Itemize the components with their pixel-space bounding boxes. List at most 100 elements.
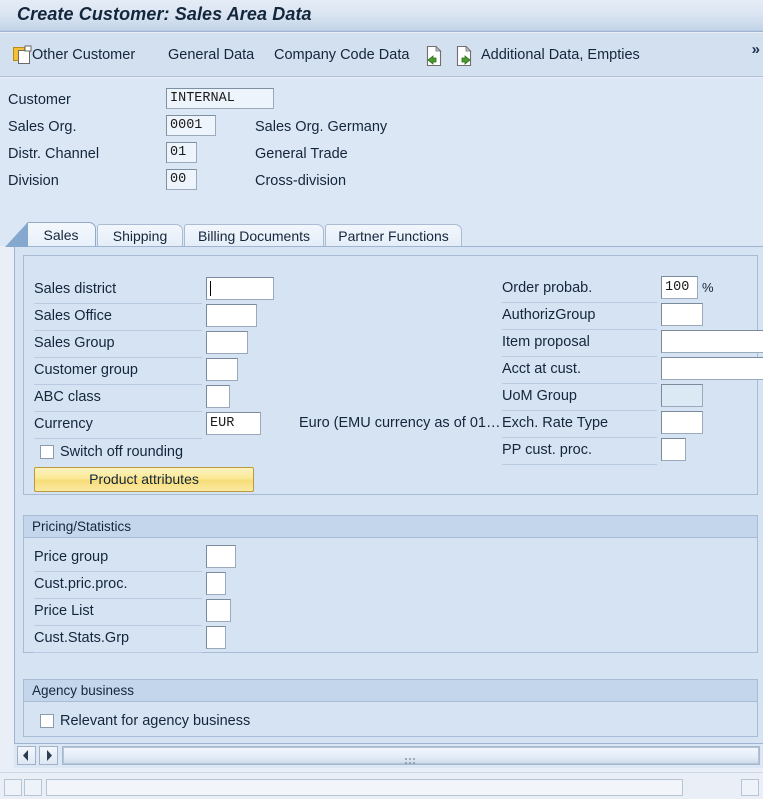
switch-off-rounding-label: Switch off rounding [60, 444, 184, 460]
customer-group-input[interactable] [206, 358, 238, 381]
abc-class-label: ABC class [34, 385, 202, 412]
pricing-statistics-group: Pricing/Statistics Price group Cust.pric… [23, 515, 758, 653]
outer-horizontal-scrollbar [0, 772, 763, 799]
tab-partner-functions[interactable]: Partner Functions [325, 224, 462, 246]
outer-scrollbar-track[interactable] [46, 779, 683, 796]
currency-label: Currency [34, 412, 202, 439]
field-row-cust-pric-proc: Cust.pric.proc. [34, 572, 294, 599]
field-row-currency: Currency EUR Euro (EMU currency as of 01… [34, 412, 514, 439]
cust-stats-grp-input[interactable] [206, 626, 226, 649]
cust-pric-proc-label: Cust.pric.proc. [34, 572, 202, 599]
authoriz-group-input[interactable] [661, 303, 703, 326]
outer-scroll-end-icon[interactable] [741, 779, 759, 796]
sales-org-input[interactable]: 0001 [166, 115, 216, 136]
sales-main-group: Sales district Sales Office Sales Group … [23, 255, 763, 495]
customer-group-label: Customer group [34, 358, 202, 385]
sales-group-label: Sales Group [34, 331, 202, 358]
division-input[interactable]: 00 [166, 169, 197, 190]
abc-class-input[interactable] [206, 385, 230, 408]
sap-application-window: Create Customer: Sales Area Data Other C… [0, 0, 763, 799]
item-proposal-label: Item proposal [502, 330, 657, 357]
price-list-input[interactable] [206, 599, 231, 622]
toolbar-button-general-data[interactable]: General Data [168, 44, 254, 66]
field-row-pp-cust-proc: PP cust. proc. [502, 438, 762, 465]
price-group-input[interactable] [206, 545, 236, 568]
scroll-grip-icon [405, 752, 417, 764]
distr-channel-input[interactable]: 01 [166, 142, 197, 163]
copy-customer-icon [12, 44, 34, 66]
acct-at-cust-input[interactable] [661, 357, 763, 380]
outer-scroll-right-icon[interactable] [24, 779, 42, 796]
authoriz-group-label: AuthorizGroup [502, 303, 657, 330]
field-row-price-list: Price List [34, 599, 294, 626]
pp-cust-proc-input[interactable] [661, 438, 686, 461]
field-row-order-probab: Order probab. 100 % [502, 276, 762, 303]
price-group-label: Price group [34, 545, 202, 572]
toolbar-button-company-code-data[interactable]: Company Code Data [274, 44, 409, 66]
relevant-for-agency-business-row: Relevant for agency business [40, 711, 320, 733]
cust-pric-proc-input[interactable] [206, 572, 226, 595]
field-row-abc-class: ABC class [34, 385, 294, 412]
scrollbar-thumb[interactable] [63, 747, 759, 764]
page-title: Create Customer: Sales Area Data [17, 4, 312, 24]
relevant-for-agency-business-checkbox[interactable] [40, 714, 54, 728]
scroll-right-icon[interactable] [39, 746, 58, 765]
tab-billing-documents[interactable]: Billing Documents [184, 224, 324, 246]
switch-off-rounding-checkbox[interactable] [40, 445, 54, 459]
sales-district-input[interactable] [206, 277, 274, 300]
acct-at-cust-label: Acct at cust. [502, 357, 657, 384]
customer-label: Customer [8, 92, 71, 108]
division-description: Cross-division [255, 173, 347, 189]
exch-rate-type-label: Exch. Rate Type [502, 411, 657, 438]
price-list-label: Price List [34, 599, 202, 626]
cust-stats-grp-label: Cust.Stats.Grp [34, 626, 202, 653]
exch-rate-type-input[interactable] [661, 411, 703, 434]
field-row-uom-group: UoM Group [502, 384, 762, 411]
agency-business-group: Agency business Relevant for agency busi… [23, 679, 758, 737]
currency-description: Euro (EMU currency as of 01… [299, 415, 501, 431]
tab-shipping[interactable]: Shipping [97, 224, 183, 246]
title-bar: Create Customer: Sales Area Data [0, 0, 763, 32]
item-proposal-input[interactable] [661, 330, 763, 353]
customer-input[interactable]: INTERNAL [166, 88, 274, 109]
field-row-exch-rate-type: Exch. Rate Type [502, 411, 762, 438]
application-toolbar: Other Customer General Data Company Code… [0, 33, 763, 77]
scroll-left-icon[interactable] [17, 746, 36, 765]
agency-business-group-title: Agency business [24, 680, 757, 702]
sales-office-label: Sales Office [34, 304, 202, 331]
uom-group-label: UoM Group [502, 384, 657, 411]
field-row-authoriz-group: AuthorizGroup [502, 303, 762, 330]
tab-strip: Sales Shipping Billing Documents Partner… [0, 208, 763, 247]
outer-scroll-left-icon[interactable] [4, 779, 22, 796]
relevant-for-agency-business-label: Relevant for agency business [60, 713, 251, 729]
sales-group-input[interactable] [206, 331, 248, 354]
order-probab-label: Order probab. [502, 276, 657, 303]
distr-channel-label: Distr. Channel [8, 146, 100, 162]
toolbar-overflow-icon[interactable]: » [752, 41, 760, 58]
toolbar-button-additional-data-empties[interactable]: Additional Data, Empties [481, 44, 640, 66]
field-row-acct-at-cust: Acct at cust. [502, 357, 763, 384]
field-row-item-proposal: Item proposal [502, 330, 763, 357]
pp-cust-proc-label: PP cust. proc. [502, 438, 657, 465]
order-probab-input[interactable]: 100 [661, 276, 698, 299]
division-label: Division [8, 173, 59, 189]
field-row-sales-group: Sales Group [34, 331, 294, 358]
switch-off-rounding-row: Switch off rounding [40, 442, 260, 464]
field-row-price-group: Price group [34, 545, 294, 572]
field-row-cust-stats-grp: Cust.Stats.Grp [34, 626, 294, 653]
distr-channel-description: General Trade [255, 146, 348, 162]
sales-tab-content-panel: Sales district Sales Office Sales Group … [14, 246, 763, 744]
product-attributes-button[interactable]: Product attributes [34, 467, 254, 492]
document-next-icon[interactable] [454, 45, 472, 67]
uom-group-input [661, 384, 703, 407]
scrollbar-track[interactable] [62, 746, 760, 765]
horizontal-scrollbar [14, 744, 763, 768]
header-fields-area: Customer INTERNAL Sales Org. 0001 Sales … [0, 78, 763, 208]
sales-office-input[interactable] [206, 304, 257, 327]
field-row-sales-district: Sales district [34, 277, 294, 304]
field-row-customer-group: Customer group [34, 358, 294, 385]
document-previous-icon[interactable] [424, 45, 442, 67]
currency-input[interactable]: EUR [206, 412, 261, 435]
toolbar-button-other-customer[interactable]: Other Customer [32, 44, 135, 66]
tab-sales[interactable]: Sales [5, 222, 96, 247]
